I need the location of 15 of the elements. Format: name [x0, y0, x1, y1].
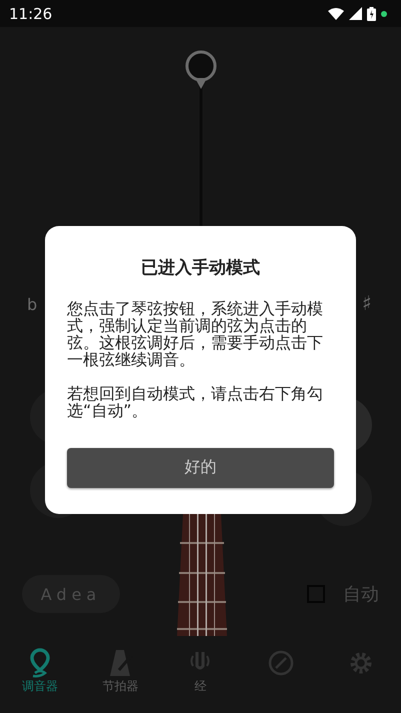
- dialog-text: 您点击了琴弦按钮，系统进入手动模式，强制认定当前调的弦为点击的弦。这根弦调好后，需要手动点击下一根弦继续调音。: [67, 301, 324, 369]
- nav-tab[interactable]: 节拍器: [90, 648, 150, 704]
- ok-button[interactable]: 好的: [67, 448, 334, 488]
- nav-tab[interactable]: 经: [170, 648, 230, 704]
- signal-icon: [349, 7, 362, 20]
- sharp-sign: ♯: [362, 291, 372, 315]
- compass-icon: [268, 648, 294, 678]
- dot-icon: [381, 10, 387, 16]
- clock: 11:26: [9, 4, 52, 22]
- nav-tab[interactable]: 调音器: [10, 648, 70, 704]
- wifi-icon: [328, 8, 344, 20]
- flat-sign: b: [27, 295, 38, 314]
- dialog-text: 若想回到自动模式，请点击右下角勾选“自动”。: [67, 386, 324, 420]
- dialog-title: 已进入手动模式: [140, 257, 261, 279]
- battery-icon: [367, 6, 376, 20]
